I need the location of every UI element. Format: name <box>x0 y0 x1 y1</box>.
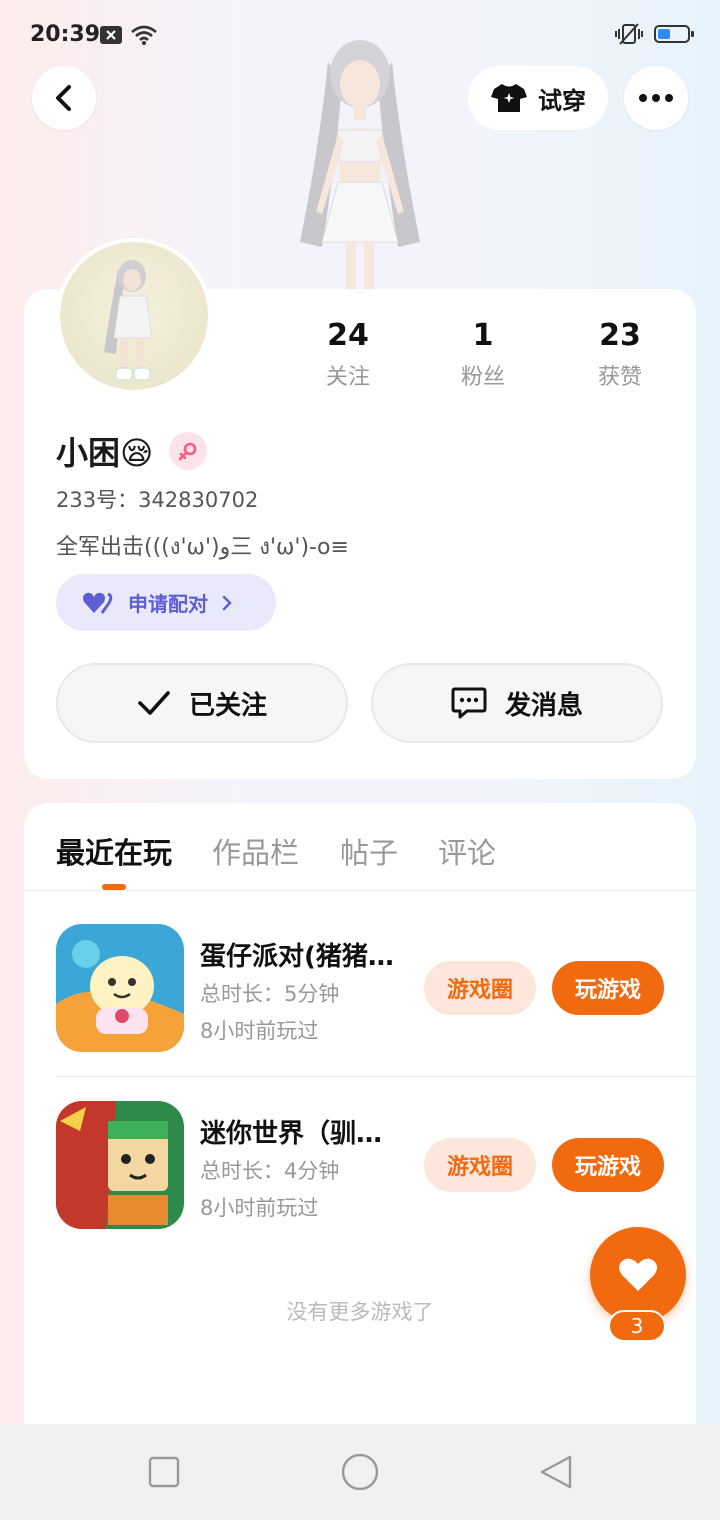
status-icons-right <box>614 22 694 46</box>
back-nav-icon[interactable] <box>538 1454 574 1490</box>
stat-following-value: 24 <box>327 318 369 353</box>
game-row-divider <box>56 1076 696 1077</box>
status-icons-left <box>100 24 158 46</box>
heart-icon <box>83 592 113 614</box>
game-title[interactable]: 迷你世界（驯… <box>200 1113 382 1150</box>
home-icon[interactable] <box>340 1452 380 1492</box>
play-game-button[interactable]: 玩游戏 <box>552 1138 664 1192</box>
stat-following-label: 关注 <box>325 365 370 390</box>
tab-works[interactable]: 作品栏 <box>212 830 299 872</box>
back-button[interactable] <box>32 66 96 130</box>
more-dots-icon <box>639 94 673 102</box>
like-count-badge: 3 <box>608 1310 666 1342</box>
game-circle-button[interactable]: 游戏圈 <box>424 961 536 1015</box>
tab-recent-playing[interactable]: 最近在玩 <box>56 830 172 872</box>
user-id: 233号：342830702 <box>56 488 259 512</box>
recent-apps-icon[interactable] <box>148 1456 180 1488</box>
chat-bubble-icon <box>451 687 487 719</box>
avatar[interactable] <box>56 238 212 394</box>
stat-likes-value: 23 <box>599 318 641 353</box>
nickname: 小困😪 <box>56 434 154 472</box>
stat-fans-label: 粉丝 <box>460 365 505 390</box>
game-title[interactable]: 蛋仔派对(猪猪… <box>200 936 394 973</box>
chevron-right-icon <box>222 595 232 610</box>
stat-following[interactable]: 24 关注 <box>288 318 408 391</box>
send-message-label: 发消息 <box>504 690 583 721</box>
stat-fans[interactable]: 1 粉丝 <box>423 318 543 391</box>
wifi-icon <box>131 25 157 45</box>
pair-request-label: 申请配对 <box>128 592 208 616</box>
like-button[interactable] <box>590 1227 686 1323</box>
chevron-left-icon <box>56 85 71 111</box>
tshirt-icon <box>491 84 527 112</box>
tabs-divider <box>24 890 696 891</box>
user-bio: 全军出击(((ง'ω')و三 ง'ω')-o≡ <box>56 535 349 560</box>
stat-fans-value: 1 <box>472 318 494 353</box>
tab-comments[interactable]: 评论 <box>438 830 496 872</box>
game-circle-button[interactable]: 游戏圈 <box>424 1138 536 1192</box>
try-on-label: 试穿 <box>538 86 586 115</box>
play-game-button[interactable]: 玩游戏 <box>552 961 664 1015</box>
send-message-button[interactable]: 发消息 <box>371 663 663 743</box>
followed-label: 已关注 <box>188 690 267 721</box>
battery-icon <box>654 25 694 43</box>
vibrate-mute-icon <box>615 23 643 45</box>
tab-posts[interactable]: 帖子 <box>340 830 398 872</box>
female-icon <box>169 432 208 470</box>
game-icon-mini-world[interactable] <box>56 1101 184 1229</box>
heart-icon <box>619 1258 657 1291</box>
nickname-row: 小困😪 <box>56 428 208 474</box>
pair-request-button[interactable]: 申请配对 <box>56 574 276 631</box>
game-last-played: 8小时前玩过 <box>200 1019 319 1043</box>
notification-x-icon <box>100 26 122 44</box>
try-on-button[interactable]: 试穿 <box>468 66 608 130</box>
more-button[interactable] <box>624 66 688 130</box>
game-duration: 总时长：4分钟 <box>200 1159 340 1183</box>
status-time: 20:39 <box>30 22 101 47</box>
game-icon-eggy-party[interactable] <box>56 924 184 1052</box>
followed-button[interactable]: 已关注 <box>56 663 348 743</box>
stat-likes-label: 获赞 <box>597 365 642 390</box>
game-last-played: 8小时前玩过 <box>200 1196 319 1220</box>
game-duration: 总时长：5分钟 <box>200 982 340 1006</box>
character-figure <box>300 40 420 292</box>
avatar-image <box>104 260 153 381</box>
stat-likes[interactable]: 23 获赞 <box>560 318 680 391</box>
check-icon <box>138 691 170 715</box>
